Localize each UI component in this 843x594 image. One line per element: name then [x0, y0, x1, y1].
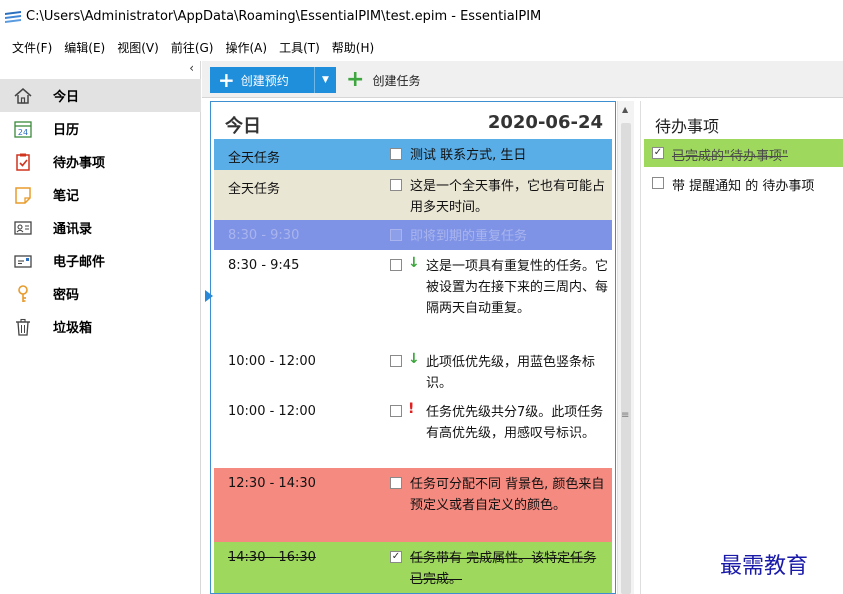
sidebar-item-email[interactable]: 电子邮件: [0, 244, 201, 277]
event-time: 12:30 - 14:30: [228, 476, 316, 491]
home-icon: [12, 85, 34, 107]
window-title: C:\Users\Administrator\AppData\Roaming\E…: [26, 9, 542, 24]
menu-bar: 文件(F) 编辑(E) 视图(V) 前往(G) 操作(A) 工具(T) 帮助(H…: [0, 33, 843, 61]
collapse-sidebar-icon[interactable]: ‹: [189, 61, 194, 75]
event-checkbox[interactable]: [390, 355, 402, 367]
sidebar-item-label: 垃圾箱: [53, 321, 93, 336]
sidebar-item-label: 待办事项: [53, 156, 106, 171]
sidebar-item-label: 今日: [53, 90, 80, 105]
menu-go[interactable]: 前往(G): [165, 39, 220, 56]
today-header: 今日 2020-06-24: [211, 102, 615, 140]
sidebar-item-contacts[interactable]: 通讯录: [0, 211, 201, 244]
today-panel: 今日 2020-06-24 全天任务 测试 联系方式, 生日 全天任务 这是一个…: [210, 101, 616, 594]
today-scrollbar[interactable]: ▲: [617, 101, 634, 594]
event-row[interactable]: 8:30 - 9:30 即将到期的重复任务: [214, 220, 612, 250]
new-task-label: 创建任务: [372, 73, 421, 88]
menu-tools[interactable]: 工具(T): [273, 39, 326, 56]
low-priority-icon: ↓: [408, 255, 420, 271]
watermark: 最需教育: [720, 554, 809, 579]
event-text: 这是一项具有重复性的任务。它被设置为在接下来的三周内、每隔两天自动重复。: [426, 259, 609, 316]
event-row[interactable]: 8:30 - 9:45 ↓ 这是一项具有重复性的任务。它被设置为在接下来的三周内…: [214, 250, 612, 346]
event-time: 10:00 - 12:00: [228, 404, 316, 419]
todo-panel-title: 待办事项: [655, 117, 720, 136]
toolbar: + 创建预约 ▼ + 创建任务: [202, 61, 843, 98]
new-appointment-button[interactable]: + 创建预约 ▼: [210, 67, 336, 93]
plus-icon: +: [346, 67, 365, 92]
event-row[interactable]: 全天任务 这是一个全天事件，它也有可能占用多天时间。: [214, 170, 612, 220]
sidebar-item-today[interactable]: 今日: [0, 79, 201, 112]
splitter-handle-icon[interactable]: ≡: [621, 410, 629, 421]
trash-icon: [12, 316, 34, 338]
scroll-up-icon[interactable]: ▲: [622, 105, 628, 114]
event-checkbox[interactable]: [390, 229, 402, 241]
todo-checkbox[interactable]: ✓: [652, 147, 664, 159]
event-checkbox[interactable]: [390, 477, 402, 489]
event-text: 任务带有 完成属性。该特定任务已完成。: [410, 551, 597, 587]
chevron-down-icon[interactable]: ▼: [314, 67, 336, 93]
sidebar-item-label: 笔记: [53, 189, 80, 204]
event-text: 这是一个全天事件，它也有可能占用多天时间。: [410, 179, 606, 215]
sidebar-item-calendar[interactable]: 24 日历: [0, 112, 201, 145]
sidebar-item-label: 电子邮件: [53, 255, 106, 270]
todo-item-text: 已完成的"待办事项": [672, 149, 788, 164]
low-priority-icon: ↓: [408, 351, 420, 367]
note-icon: [12, 184, 34, 206]
menu-help[interactable]: 帮助(H): [326, 39, 380, 56]
menu-file[interactable]: 文件(F): [6, 39, 58, 56]
new-task-button[interactable]: + 创建任务: [346, 67, 420, 93]
sidebar-item-trash[interactable]: 垃圾箱: [0, 310, 201, 343]
event-time: 10:00 - 12:00: [228, 354, 316, 369]
calendar-icon: 24: [12, 118, 34, 140]
event-row[interactable]: 10:00 - 12:00 ! 任务优先级共分7级。此项任务有高优先级，用感叹号…: [214, 396, 612, 468]
event-row[interactable]: 全天任务 测试 联系方式, 生日: [214, 139, 612, 170]
mail-icon: [12, 250, 34, 272]
menu-view[interactable]: 视图(V): [111, 39, 165, 56]
event-checkbox[interactable]: [390, 148, 402, 160]
plus-icon: +: [218, 68, 235, 92]
event-time: 14:30 - 16:30: [228, 550, 316, 565]
event-text: 即将到期的重复任务: [410, 229, 528, 244]
todo-panel: 待办事项 ✓ 已完成的"待办事项" 带 提醒通知 的 待办事项: [640, 101, 843, 594]
sidebar-item-label: 密码: [53, 288, 80, 303]
title-bar: C:\Users\Administrator\AppData\Roaming\E…: [0, 0, 843, 33]
event-text: 此项低优先级，用蓝色竖条标识。: [426, 355, 596, 391]
menu-actions[interactable]: 操作(A): [219, 39, 273, 56]
new-appointment-label: 创建预约: [240, 73, 289, 88]
event-row[interactable]: 12:30 - 14:30 任务可分配不同 背景色, 颜色来自预定义或者自定义的…: [214, 468, 612, 542]
event-time: 全天任务: [228, 182, 281, 197]
sidebar: ‹ 今日 24 日历 待办事项 笔记 通讯录 电子邮件 密码 垃圾箱: [0, 61, 201, 594]
menu-edit[interactable]: 编辑(E): [58, 39, 111, 56]
todo-item[interactable]: ✓ 已完成的"待办事项": [644, 139, 843, 167]
event-text: 测试 联系方式, 生日: [410, 148, 527, 163]
event-text: 任务优先级共分7级。此项任务有高优先级，用感叹号标识。: [426, 405, 604, 441]
event-text: 任务可分配不同 背景色, 颜色来自预定义或者自定义的颜色。: [410, 477, 605, 513]
event-checkbox[interactable]: [390, 259, 402, 271]
calendar-icon-day: 24: [18, 128, 28, 137]
event-row[interactable]: 10:00 - 12:00 ↓ 此项低优先级，用蓝色竖条标识。: [214, 346, 612, 396]
contact-card-icon: [12, 217, 34, 239]
key-icon: [12, 283, 34, 305]
scrollbar-thumb[interactable]: [621, 123, 631, 594]
high-priority-icon: !: [408, 401, 415, 417]
event-time: 全天任务: [228, 151, 281, 166]
sidebar-item-label: 通讯录: [53, 222, 93, 237]
todo-item[interactable]: 带 提醒通知 的 待办事项: [644, 169, 843, 197]
event-time: 8:30 - 9:45: [228, 258, 300, 273]
event-checkbox[interactable]: [390, 179, 402, 191]
sidebar-item-todo[interactable]: 待办事项: [0, 145, 201, 178]
current-time-marker-icon: [205, 290, 213, 302]
today-date: 2020-06-24: [487, 112, 603, 133]
event-time: 8:30 - 9:30: [228, 228, 300, 243]
app-menu-icon[interactable]: [4, 10, 22, 24]
sidebar-item-notes[interactable]: 笔记: [0, 178, 201, 211]
event-checkbox[interactable]: ✓: [390, 551, 402, 563]
sidebar-item-passwords[interactable]: 密码: [0, 277, 201, 310]
todo-checkbox[interactable]: [652, 177, 664, 189]
checklist-icon: [12, 151, 34, 173]
event-checkbox[interactable]: [390, 405, 402, 417]
event-row[interactable]: 14:30 - 16:30 ✓ 任务带有 完成属性。该特定任务已完成。: [214, 542, 612, 593]
sidebar-item-label: 日历: [53, 123, 80, 138]
todo-item-text: 带 提醒通知 的 待办事项: [672, 179, 815, 194]
today-title: 今日: [225, 116, 261, 137]
